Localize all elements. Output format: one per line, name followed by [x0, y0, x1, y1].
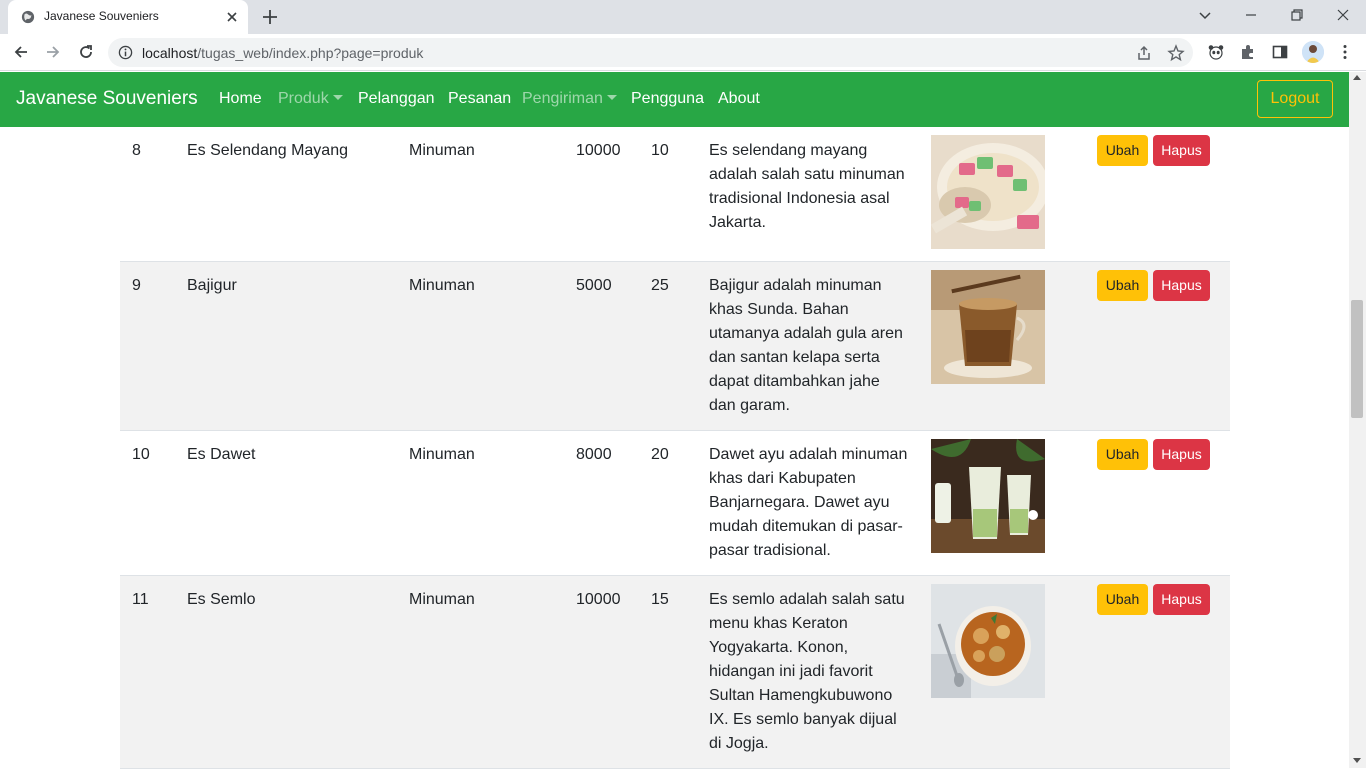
nav-pengguna[interactable]: Pengguna [631, 90, 704, 108]
close-tab-icon[interactable] [224, 9, 240, 25]
product-image [931, 135, 1045, 249]
close-window-icon[interactable] [1334, 6, 1352, 24]
extensions-puzzle-icon[interactable] [1239, 43, 1257, 61]
caret-down-icon [332, 95, 343, 100]
es-semlo-image [931, 584, 1045, 698]
panda-extension-icon[interactable] [1207, 43, 1225, 61]
delete-button[interactable]: Hapus [1153, 135, 1210, 166]
es-selendang-mayang-image [931, 135, 1045, 249]
share-icon[interactable] [1135, 44, 1153, 62]
navbar-brand[interactable]: Javanese Souveniers [16, 88, 198, 110]
product-image [931, 439, 1045, 553]
cell-no: 10 [132, 446, 150, 463]
site-info-icon[interactable] [118, 45, 133, 60]
cell-no: 9 [132, 277, 141, 294]
page-scrollbar[interactable] [1349, 72, 1366, 768]
cell-price: 5000 [576, 277, 612, 294]
cell-description: Es selendang mayang adalah salah satu mi… [709, 142, 905, 231]
cell-category: Minuman [409, 277, 475, 294]
cell-name: Es Dawet [187, 446, 256, 463]
product-image [931, 270, 1045, 384]
browser-tab[interactable]: Javanese Souveniers [8, 0, 248, 34]
cell-price: 10000 [576, 142, 621, 159]
scroll-down-arrow-icon[interactable] [1353, 758, 1361, 763]
minimize-icon[interactable] [1242, 6, 1260, 24]
tab-title: Javanese Souveniers [44, 9, 159, 23]
cell-no: 11 [132, 591, 149, 608]
product-image [931, 584, 1045, 698]
side-panel-icon[interactable] [1271, 43, 1289, 61]
table-row: 10 Es Dawet Minuman 8000 20 Dawet ayu ad… [120, 431, 1230, 576]
cell-no: 8 [132, 142, 141, 159]
es-dawet-image [931, 439, 1045, 553]
nav-pesanan[interactable]: Pesanan [448, 90, 511, 108]
edit-button[interactable]: Ubah [1097, 270, 1148, 301]
product-table: 8 Es Selendang Mayang Minuman 10000 10 E… [120, 127, 1230, 769]
url-path: /tugas_web/index.php?page=produk [197, 45, 424, 61]
address-bar[interactable]: localhost/tugas_web/index.php?page=produ… [108, 38, 1193, 67]
cell-stock: 25 [651, 277, 669, 294]
bookmark-star-icon[interactable] [1167, 44, 1185, 62]
nav-home[interactable]: Home [219, 90, 262, 108]
cell-price: 10000 [576, 591, 621, 608]
cell-price: 8000 [576, 446, 612, 463]
url-text: localhost/tugas_web/index.php?page=produ… [142, 45, 423, 61]
cell-description: Dawet ayu adalah minuman khas dari Kabup… [709, 446, 908, 559]
table-row: 9 Bajigur Minuman 5000 25 Bajigur adalah… [120, 262, 1230, 431]
cell-name: Bajigur [187, 277, 237, 294]
browser-toolbar: localhost/tugas_web/index.php?page=produ… [0, 34, 1366, 71]
nav-produk-label: Produk [278, 90, 329, 107]
browser-tab-strip: Javanese Souveniers [0, 0, 1366, 34]
cell-name: Es Selendang Mayang [187, 142, 348, 159]
chrome-menu-icon[interactable] [1336, 43, 1354, 61]
table-row: 11 Es Semlo Minuman 10000 15 Es semlo ad… [120, 576, 1230, 769]
nav-produk-dropdown[interactable]: Produk [278, 90, 343, 108]
tab-search-icon[interactable] [1196, 6, 1214, 24]
profile-avatar-image [1302, 41, 1324, 63]
new-tab-icon[interactable] [261, 8, 279, 26]
cell-category: Minuman [409, 591, 475, 608]
restore-icon[interactable] [1288, 6, 1306, 24]
cell-stock: 20 [651, 446, 669, 463]
cell-description: Es semlo adalah salah satu menu khas Ker… [709, 591, 905, 752]
edit-button[interactable]: Ubah [1097, 439, 1148, 470]
url-host: localhost [142, 45, 198, 61]
delete-button[interactable]: Hapus [1153, 270, 1210, 301]
cell-category: Minuman [409, 446, 475, 463]
scrollbar-thumb[interactable] [1351, 300, 1363, 418]
table-row: 8 Es Selendang Mayang Minuman 10000 10 E… [120, 127, 1230, 262]
delete-button[interactable]: Hapus [1153, 439, 1210, 470]
nav-pelanggan[interactable]: Pelanggan [358, 90, 435, 108]
nav-pengiriman-dropdown[interactable]: Pengiriman [522, 90, 617, 108]
globe-icon [21, 10, 35, 24]
edit-button[interactable]: Ubah [1097, 135, 1148, 166]
cell-description: Bajigur adalah minuman khas Sunda. Bahan… [709, 277, 903, 414]
nav-pengiriman-label: Pengiriman [522, 90, 603, 107]
cell-stock: 15 [651, 591, 669, 608]
back-icon[interactable] [12, 43, 30, 61]
scroll-up-arrow-icon[interactable] [1353, 75, 1361, 80]
site-navbar: Javanese Souveniers Home Produk Pelangga… [0, 72, 1349, 127]
delete-button[interactable]: Hapus [1153, 584, 1210, 615]
edit-button[interactable]: Ubah [1097, 584, 1148, 615]
reload-icon[interactable] [77, 43, 95, 61]
caret-down-icon [606, 95, 617, 100]
forward-icon[interactable] [44, 43, 62, 61]
profile-avatar[interactable] [1302, 41, 1324, 63]
cell-stock: 10 [651, 142, 669, 159]
nav-about[interactable]: About [718, 90, 760, 108]
bajigur-image [931, 270, 1045, 384]
cell-name: Es Semlo [187, 591, 256, 608]
cell-category: Minuman [409, 142, 475, 159]
logout-button[interactable]: Logout [1257, 80, 1333, 118]
